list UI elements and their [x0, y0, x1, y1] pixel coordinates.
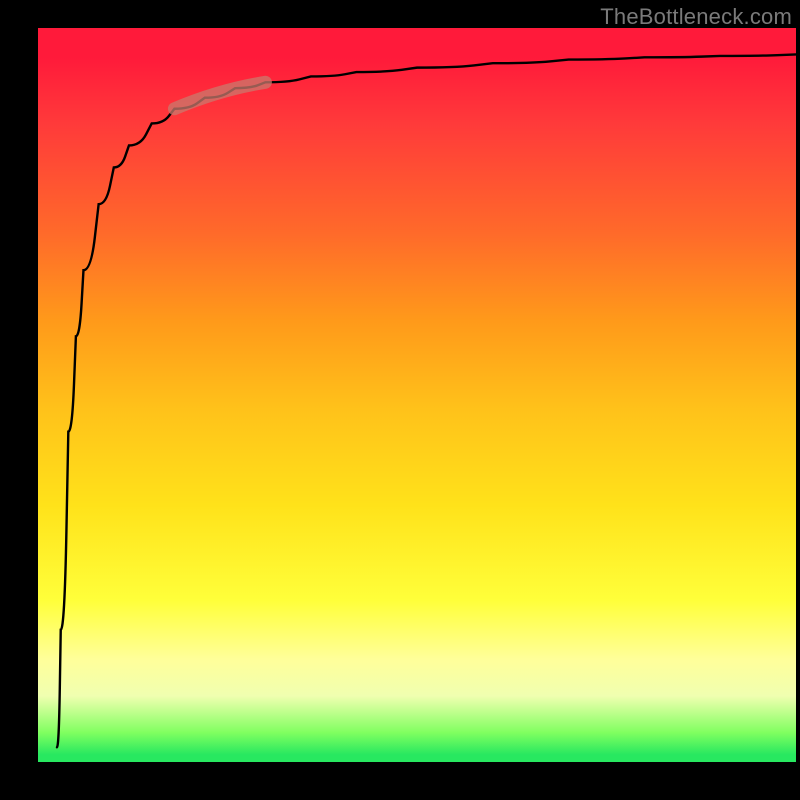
curve-highlight — [174, 82, 265, 108]
watermark-label: TheBottleneck.com — [600, 4, 792, 30]
bottleneck-curve — [57, 54, 796, 747]
chart-container: TheBottleneck.com — [0, 0, 800, 800]
chart-curve-layer — [38, 28, 796, 762]
